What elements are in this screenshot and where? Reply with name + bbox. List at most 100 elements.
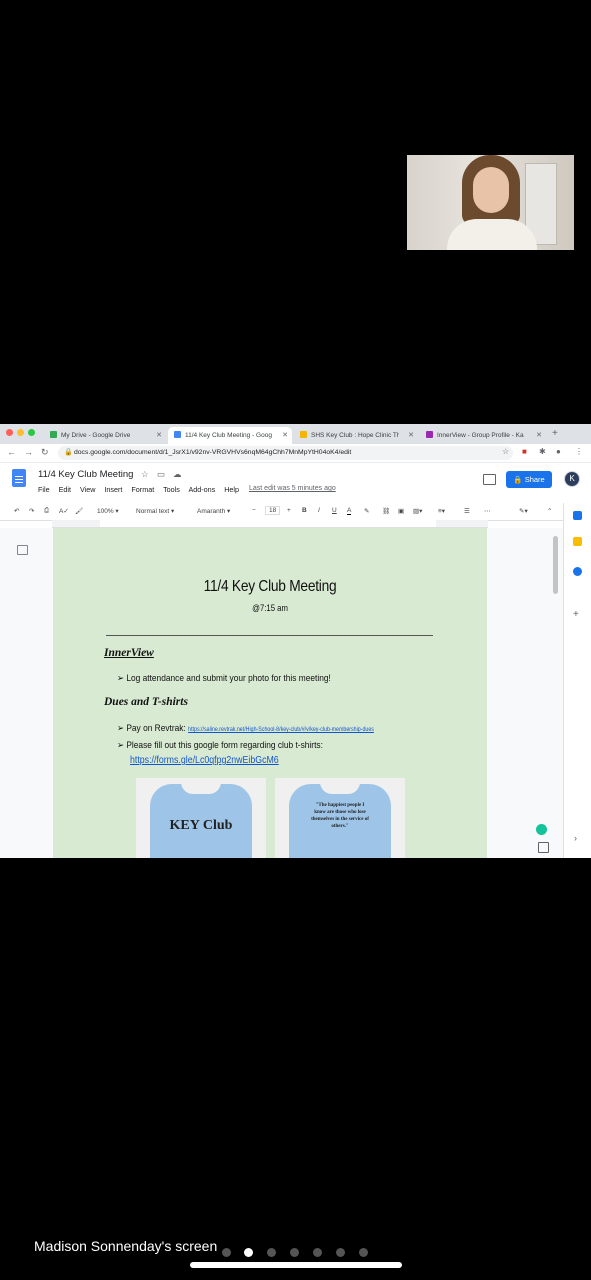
side-panel: + › [563, 503, 591, 858]
text-color-button[interactable]: A [347, 507, 352, 515]
tab-bar: My Drive - Google Drive ✕ 11/4 Key Club … [0, 424, 591, 444]
webcam-thumbnail[interactable] [407, 155, 574, 250]
back-icon[interactable]: ← [7, 447, 16, 457]
hide-menus-icon[interactable]: ⌃ [547, 507, 552, 515]
link-icon[interactable]: ⛓ [382, 507, 390, 515]
highlight-icon[interactable]: ✎ [364, 507, 369, 515]
new-tab-button[interactable]: + [552, 427, 558, 441]
docs-home-icon[interactable] [12, 469, 26, 487]
home-indicator[interactable] [190, 1262, 402, 1268]
innerview-icon [426, 431, 433, 438]
menu-insert[interactable]: Insert [104, 485, 122, 494]
increase-font-size-button[interactable]: + [287, 507, 291, 514]
tshirt-back-image[interactable]: "The happiest people I know are those wh… [275, 778, 405, 858]
spellcheck-icon[interactable]: A✓ [59, 507, 69, 515]
browser-menu-icon[interactable]: ⋮ [575, 447, 583, 456]
tab-innerview[interactable]: InnerView - Group Profile - Ka ✕ [420, 427, 546, 444]
last-edit-link[interactable]: Last edit was 5 minutes ago [249, 485, 336, 492]
tasks-icon[interactable] [573, 567, 582, 576]
menu-view[interactable]: View [80, 485, 95, 494]
line-spacing-icon[interactable]: ☰ [464, 507, 470, 515]
keep-icon[interactable] [573, 537, 582, 546]
undo-icon[interactable]: ↶ [14, 507, 19, 515]
tshirt-front-logo: KEY Club [169, 818, 233, 833]
share-button[interactable]: 🔒 Share [506, 471, 552, 488]
font-size-input[interactable]: 18 [265, 506, 281, 515]
document-title[interactable]: 11/4 Key Club Meeting [38, 469, 133, 480]
font-select[interactable]: Amaranth ▾ [197, 507, 230, 515]
grammarly-icon[interactable] [536, 824, 547, 835]
extensions-puzzle-icon[interactable]: ✱ [539, 447, 546, 456]
page-indicator-dot[interactable] [267, 1248, 276, 1257]
style-select[interactable]: Normal text ▾ [136, 507, 174, 515]
section-heading-innerview: InnerView [104, 647, 154, 659]
insert-image-icon[interactable]: ▨▾ [413, 507, 422, 515]
close-tab-icon[interactable]: ✕ [536, 427, 542, 444]
arrow-bullet-icon: ➢ [117, 673, 127, 684]
align-icon[interactable]: ≡▾ [438, 507, 445, 515]
ruler[interactable] [52, 520, 488, 528]
page-indicator-dot-active[interactable] [244, 1248, 253, 1257]
tab-key-club-meeting[interactable]: 11/4 Key Club Meeting - Goog ✕ [168, 427, 292, 444]
comment-history-icon[interactable] [483, 474, 496, 485]
profile-icon[interactable]: ● [556, 447, 561, 456]
document-outline-icon[interactable] [17, 545, 28, 555]
close-tab-icon[interactable]: ✕ [408, 427, 414, 444]
page-indicator-dot[interactable] [290, 1248, 299, 1257]
tab-my-drive[interactable]: My Drive - Google Drive ✕ [44, 427, 166, 444]
account-avatar[interactable]: K [564, 471, 580, 487]
tshirt-collar [320, 782, 360, 794]
reload-icon[interactable]: ↻ [41, 447, 49, 458]
lock-icon: 🔒 [64, 449, 73, 456]
google-form-link[interactable]: https://forms.gle/Lc0qfpg2nwEibGcM6 [130, 755, 279, 766]
bookmark-star-icon[interactable]: ☆ [502, 447, 509, 456]
minimize-window-dot[interactable] [17, 429, 24, 436]
extension-icon[interactable]: ■ [522, 447, 527, 456]
editing-mode-icon[interactable]: ✎▾ [519, 507, 528, 515]
revtrak-link[interactable]: https://saline.revtrak.net/High-School-8… [188, 727, 374, 733]
star-icon[interactable]: ☆ [141, 469, 149, 480]
bullet-form: ➢ Please fill out this google form regar… [117, 740, 323, 751]
section-heading-dues: Dues and T-shirts [104, 696, 188, 708]
arrow-bullet-icon: ➢ [117, 723, 127, 734]
decrease-font-size-button[interactable]: − [252, 507, 256, 514]
page-indicator-dot[interactable] [336, 1248, 345, 1257]
url-input[interactable]: 🔒 docs.google.com/document/d/1_JsrX1/v92… [58, 446, 513, 460]
close-tab-icon[interactable]: ✕ [282, 427, 288, 444]
document-page[interactable]: 11/4 Key Club Meeting @7:15 am InnerView… [53, 528, 487, 858]
print-icon[interactable]: ⎙ [44, 507, 49, 515]
close-tab-icon[interactable]: ✕ [156, 427, 162, 444]
expand-panel-icon[interactable]: › [574, 833, 577, 843]
menu-addons[interactable]: Add-ons [188, 485, 215, 494]
zoom-select[interactable]: 100% ▾ [97, 507, 119, 515]
close-window-dot[interactable] [6, 429, 13, 436]
page-indicator-dot[interactable] [359, 1248, 368, 1257]
forward-icon[interactable]: → [24, 447, 33, 457]
bold-button[interactable]: B [302, 507, 307, 514]
bullet-attendance: ➢ Log attendance and submit your photo f… [117, 673, 331, 684]
page-indicator-dot[interactable] [222, 1248, 231, 1257]
tshirt-front-image[interactable]: KEY Club [136, 778, 266, 858]
menu-edit[interactable]: Edit [59, 485, 71, 494]
menu-format[interactable]: Format [131, 485, 154, 494]
tab-shs-key-club[interactable]: SHS Key Club : Hope Clinic Th ✕ [294, 427, 418, 444]
menu-tools[interactable]: Tools [163, 485, 180, 494]
add-addon-icon[interactable]: + [573, 609, 579, 620]
redo-icon[interactable]: ↷ [29, 507, 34, 515]
maximize-window-dot[interactable] [28, 429, 35, 436]
paint-format-icon[interactable]: 🖌 [75, 507, 83, 515]
move-folder-icon[interactable]: ▭ [157, 469, 165, 480]
calendar-icon[interactable] [573, 511, 582, 520]
drive-icon [50, 431, 57, 438]
italic-button[interactable]: I [318, 507, 320, 514]
site-icon [300, 431, 307, 438]
more-icon[interactable]: ⋯ [484, 507, 491, 515]
add-comment-icon[interactable]: ▣ [398, 507, 404, 515]
page-indicator-dot[interactable] [313, 1248, 322, 1257]
tshirt-back-quote: "The happiest people I know are those wh… [311, 803, 369, 829]
menu-file[interactable]: File [38, 485, 50, 494]
explore-icon[interactable] [538, 842, 549, 853]
menu-help[interactable]: Help [224, 485, 239, 494]
vertical-scrollbar[interactable] [553, 536, 558, 594]
underline-button[interactable]: U [332, 507, 337, 514]
